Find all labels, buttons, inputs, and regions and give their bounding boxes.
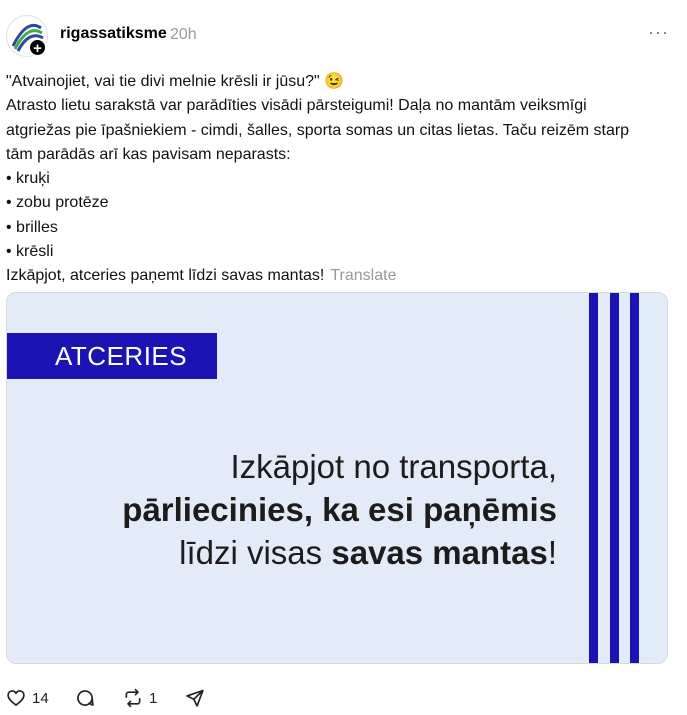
headline-line-3-bold: savas mantas (331, 534, 548, 571)
more-options-icon[interactable]: ··· (648, 22, 669, 43)
repost-button[interactable]: 1 (123, 687, 157, 709)
stripe (610, 293, 619, 663)
stripe (589, 293, 598, 663)
comment-icon (77, 690, 94, 706)
post-line: atgriežas pie īpašniekiem - cimdi, šalle… (6, 121, 630, 139)
post-line-last: Izkāpjot, atceries paņemt līdzi savas ma… (6, 264, 676, 288)
post-line: tām parādās arī kas pavisam neparasts: (6, 145, 291, 163)
badge-text: ATCERIES (55, 341, 188, 371)
stripe (630, 293, 639, 663)
headline-line-2: pārliecinies, ka esi paņēmis (122, 491, 557, 528)
image-headline: Izkāpjot no transporta, pārliecinies, ka… (122, 445, 557, 574)
headline-line-3-regular: līdzi visas (179, 534, 332, 571)
username[interactable]: rigassatiksme (60, 25, 167, 43)
headline-line-1: Izkāpjot no transporta, (230, 448, 557, 485)
share-icon (186, 689, 204, 707)
post-line: Izkāpjot, atceries paņemt līdzi savas ma… (6, 267, 325, 285)
post-line: "Atvainojiet, vai tie divi melnie krēsli… (6, 73, 345, 90)
atceries-badge: ATCERIES (7, 333, 217, 379)
share-button[interactable] (185, 687, 205, 709)
headline-line-3: līdzi visas savas mantas! (122, 531, 557, 574)
translate-link[interactable]: Translate (330, 267, 396, 284)
like-button[interactable]: 14 (6, 687, 49, 709)
post-line: • kruķi (6, 170, 50, 188)
post-image[interactable]: ATCERIES Izkāpjot no transporta, pārliec… (6, 292, 668, 664)
heart-icon (7, 690, 25, 706)
post-line: Atrasto lietu sarakstā var parādīties vi… (6, 97, 587, 115)
repost-icon (125, 688, 141, 708)
comment-button[interactable] (75, 687, 95, 709)
post-line: • krēsli (6, 243, 54, 261)
post-line: • brilles (6, 218, 58, 236)
timestamp: 20h (170, 26, 197, 43)
post-text: "Atvainojiet, vai tie divi melnie krēsli… (6, 70, 676, 289)
follow-plus-icon[interactable]: + (28, 38, 47, 57)
action-bar: 14 1 (0, 680, 687, 715)
repost-count: 1 (149, 689, 158, 707)
like-count: 14 (32, 689, 49, 707)
post-line: • zobu protēze (6, 194, 109, 212)
post-header: + rigassatiksme 20h ··· (0, 0, 687, 70)
headline-line-3-end: ! (547, 534, 557, 571)
